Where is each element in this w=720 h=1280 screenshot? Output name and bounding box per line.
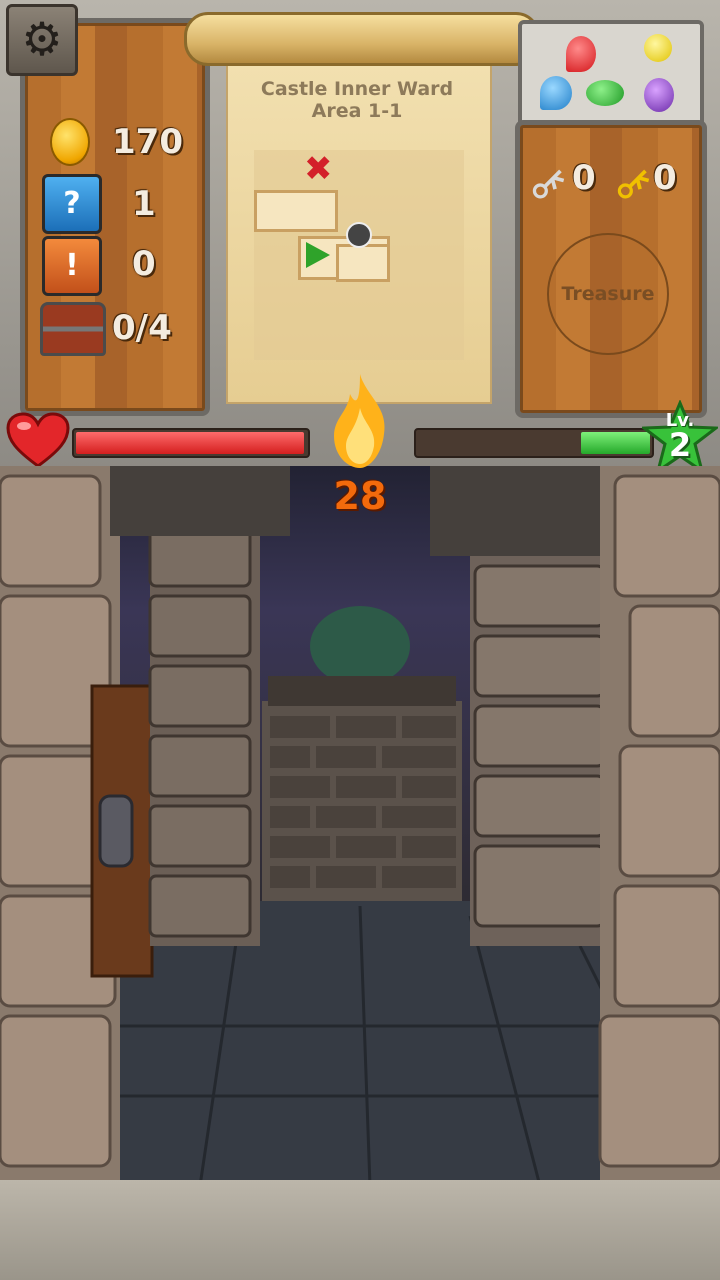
experience-bar-fill bbox=[580, 432, 650, 454]
gear-icon: ⚙ bbox=[21, 12, 63, 66]
map-scroll-rod bbox=[184, 12, 540, 66]
castle-corridor bbox=[0, 466, 720, 1186]
chest-count: 0/4 bbox=[112, 308, 172, 348]
orange-mystery-box-icon: ! bbox=[42, 236, 102, 296]
elemental-gems bbox=[518, 20, 704, 128]
player-marker-icon bbox=[306, 242, 330, 268]
blue-gem-icon bbox=[540, 76, 572, 110]
door-lock-icon bbox=[98, 794, 134, 868]
blue-mystery-box-icon: ? bbox=[42, 174, 102, 234]
exit-marker-icon: ✖ bbox=[304, 149, 333, 189]
coin-count: 170 bbox=[112, 122, 183, 162]
settings-button[interactable]: ⚙ bbox=[6, 4, 78, 76]
area-number: Area 1-1 bbox=[311, 100, 403, 122]
health-bar bbox=[72, 428, 310, 458]
torch-count: 28 bbox=[333, 474, 387, 518]
map-title: Castle Inner Ward Area 1-1 bbox=[226, 78, 488, 122]
purple-gem-icon bbox=[644, 78, 674, 112]
map-room bbox=[254, 190, 338, 232]
green-gem-icon bbox=[586, 80, 624, 106]
lock-icon bbox=[346, 222, 372, 248]
yellow-gem-icon bbox=[644, 34, 672, 62]
gold-key-count: 0 bbox=[653, 158, 677, 198]
coin-icon bbox=[50, 118, 90, 166]
experience-bar bbox=[414, 428, 654, 458]
heart-icon bbox=[6, 412, 70, 468]
orange-box-count: 0 bbox=[132, 244, 156, 284]
blue-box-count: 1 bbox=[132, 184, 156, 224]
stone-ledge bbox=[0, 1180, 720, 1280]
silver-key-count: 0 bbox=[572, 158, 596, 198]
health-bar-fill bbox=[76, 432, 304, 454]
treasure-button[interactable]: Treasure bbox=[547, 233, 669, 355]
dungeon-view[interactable] bbox=[0, 466, 720, 1186]
map-room bbox=[336, 244, 390, 282]
treasure-chest-icon bbox=[40, 302, 106, 356]
area-name: Castle Inner Ward bbox=[260, 78, 454, 100]
level-value: 2 bbox=[668, 426, 692, 464]
red-gem-icon bbox=[566, 36, 596, 72]
flame-icon bbox=[334, 374, 385, 468]
